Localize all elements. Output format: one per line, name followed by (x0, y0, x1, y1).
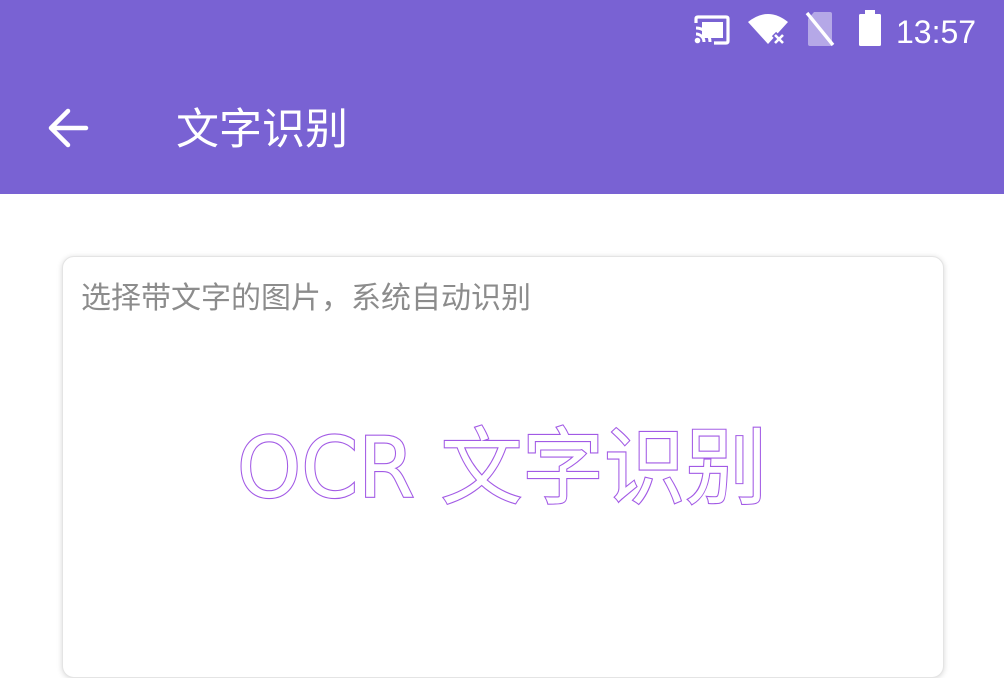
hint-text: 选择带文字的图片，系统自动识别 (81, 281, 531, 316)
arrow-left-icon (48, 108, 89, 148)
ocr-banner: OCR 文字识别 (236, 417, 777, 518)
cast-icon (694, 15, 730, 45)
status-time: 13:57 (896, 14, 977, 50)
image-select-card[interactable]: 选择带文字的图片，系统自动识别 OCR 文字识别 (62, 256, 944, 678)
no-sim-icon (805, 11, 835, 47)
battery-icon (859, 10, 881, 46)
ocr-banner-text: OCR 文字识别 (237, 419, 767, 517)
back-button[interactable] (38, 98, 102, 162)
page-title: 文字识别 (176, 105, 348, 155)
app-bar: 13:57 文字识别 (0, 0, 1004, 194)
wifi-off-icon (748, 14, 788, 47)
status-bar: 13:57 (0, 0, 1004, 62)
